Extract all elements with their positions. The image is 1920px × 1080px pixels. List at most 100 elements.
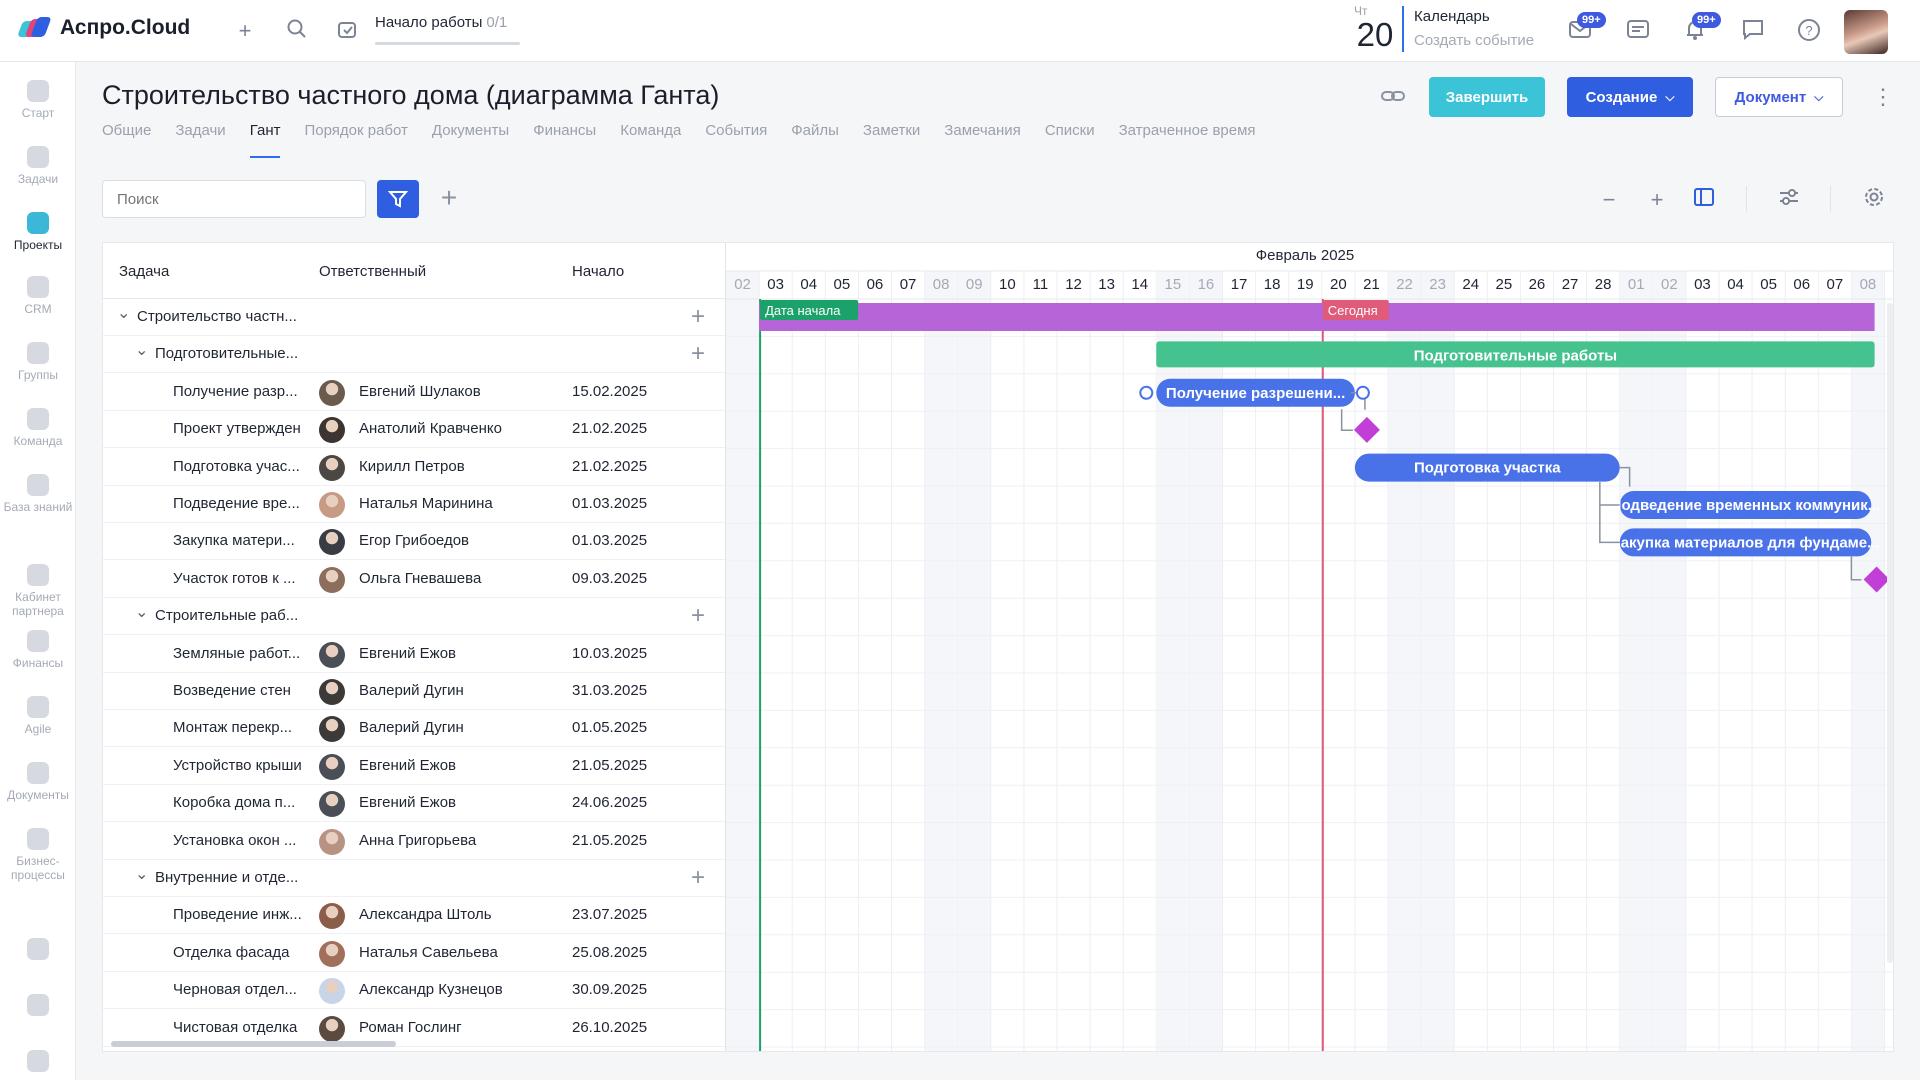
tab-9[interactable]: Файлы: [791, 122, 839, 158]
table-row[interactable]: Коробка дома п... Евгений Ежов 24.06.2025: [103, 785, 725, 823]
add-task-button[interactable]: +: [434, 180, 464, 218]
add-subtask-button[interactable]: +: [691, 864, 705, 892]
sidebar-extra-icon[interactable]: [27, 1050, 49, 1072]
tab-11[interactable]: Замечания: [944, 122, 1021, 158]
task-name[interactable]: Участок готов к ...: [173, 570, 296, 587]
sidebar-item-1[interactable]: Старт: [0, 80, 76, 120]
sidebar-extra-icon[interactable]: [27, 938, 49, 960]
group-row[interactable]: ⌄ Строительные раб... +: [103, 598, 725, 636]
zoom-out-icon[interactable]: −: [1595, 186, 1623, 214]
task-name[interactable]: Коробка дома п...: [173, 794, 295, 811]
settings-icon[interactable]: [1860, 186, 1888, 214]
responsible-name[interactable]: Валерий Дугин: [359, 719, 464, 736]
more-icon[interactable]: ⋮: [1872, 84, 1894, 110]
task-name[interactable]: Подготовка учас...: [173, 458, 300, 475]
responsible-name[interactable]: Кирилл Петров: [359, 458, 465, 475]
project-bar[interactable]: [759, 303, 1875, 331]
create-button[interactable]: Создание ⌵: [1567, 77, 1693, 117]
tab-7[interactable]: Команда: [620, 122, 681, 158]
sidebar-extra-icon[interactable]: [27, 994, 49, 1016]
column-task[interactable]: Задача: [119, 263, 169, 280]
column-start[interactable]: Начало: [572, 263, 624, 280]
table-row[interactable]: Земляные работ... Евгений Ежов 10.03.2025: [103, 636, 725, 673]
table-row[interactable]: Подведение вре... Наталья Маринина 01.03.2…: [103, 486, 725, 523]
chevron-down-icon[interactable]: ⌄: [135, 340, 148, 360]
chevron-down-icon[interactable]: ⌄: [135, 602, 148, 622]
chevron-down-icon[interactable]: ⌄: [117, 303, 130, 323]
drag-handle-end[interactable]: [1355, 385, 1370, 400]
add-subtask-button[interactable]: +: [691, 602, 705, 630]
sliders-icon[interactable]: [1775, 186, 1803, 214]
chevron-down-icon[interactable]: ⌄: [135, 864, 148, 884]
drag-handle-start[interactable]: [1139, 385, 1154, 400]
filter-button[interactable]: [377, 180, 419, 218]
task-name[interactable]: Строительные раб...: [155, 607, 298, 624]
task-name[interactable]: Монтаж перекр...: [173, 719, 292, 736]
tab-5[interactable]: Документы: [432, 122, 509, 158]
today-date[interactable]: Чт 20: [1350, 4, 1400, 52]
task-name[interactable]: Внутренние и отде...: [155, 869, 298, 886]
onboarding-icon[interactable]: [334, 18, 360, 44]
responsible-name[interactable]: Александр Кузнецов: [359, 981, 503, 998]
task-name[interactable]: Устройство крыши: [173, 757, 302, 774]
create-event-link[interactable]: Создать событие: [1414, 32, 1534, 49]
user-avatar[interactable]: [1844, 10, 1888, 54]
task-name[interactable]: Подготовительные...: [155, 345, 298, 362]
tab-12[interactable]: Списки: [1045, 122, 1095, 158]
sidebar-item-12[interactable]: Бизнес-процессы: [0, 828, 76, 882]
table-row[interactable]: Устройство крыши Евгений Ежов 21.05.2025: [103, 748, 725, 785]
document-button[interactable]: Документ ⌵: [1715, 77, 1843, 117]
responsible-name[interactable]: Ольга Гневашева: [359, 570, 481, 587]
sidebar-item-2[interactable]: Задачи: [0, 146, 76, 186]
sidebar-item-7[interactable]: База знаний: [0, 474, 76, 514]
milestone-diamond[interactable]: [1353, 416, 1380, 443]
add-subtask-button[interactable]: +: [691, 340, 705, 368]
responsible-name[interactable]: Евгений Шулаков: [359, 383, 481, 400]
responsible-name[interactable]: Александра Штоль: [359, 906, 492, 923]
responsible-name[interactable]: Евгений Ежов: [359, 757, 456, 774]
table-row[interactable]: Проект утвержден Анатолий Кравченко 21.02.…: [103, 411, 725, 449]
table-row[interactable]: Подготовка учас... Кирилл Петров 21.02.202…: [103, 449, 725, 486]
sidebar-item-3[interactable]: Проекты: [0, 212, 76, 252]
task-name[interactable]: Закупка матери...: [173, 532, 295, 549]
app-logo[interactable]: Аспро.Cloud: [17, 16, 190, 40]
group-row[interactable]: ⌄ Внутренние и отде... +: [103, 860, 725, 897]
add-icon[interactable]: +: [232, 18, 258, 44]
table-row[interactable]: Установка окон ... Анна Григорьева 21.05.2…: [103, 823, 725, 860]
onboarding-link[interactable]: Начало работы 0/1: [375, 14, 507, 31]
group-row[interactable]: ⌄ Подготовительные... +: [103, 336, 725, 374]
vertical-scrollbar[interactable]: [1887, 303, 1893, 963]
responsible-name[interactable]: Наталья Савельева: [359, 944, 498, 961]
task-name[interactable]: Черновая отдел...: [173, 981, 297, 998]
task-name[interactable]: Чистовая отделка: [173, 1019, 297, 1036]
sidebar-item-8[interactable]: Кабинет партнера: [0, 564, 76, 618]
table-row[interactable]: Закупка матери... Егор Грибоедов 01.03.202…: [103, 523, 725, 561]
task-name[interactable]: Строительство частн...: [137, 308, 297, 325]
task-name[interactable]: Возведение стен: [173, 682, 291, 699]
search-input[interactable]: [102, 180, 366, 218]
project-row[interactable]: ⌄ Строительство частн... +: [103, 299, 725, 336]
layout-icon[interactable]: [1690, 186, 1718, 214]
table-row[interactable]: Участок готов к ... Ольга Гневашева 09.03.…: [103, 561, 725, 598]
tab-6[interactable]: Финансы: [533, 122, 596, 158]
responsible-name[interactable]: Анатолий Кравченко: [359, 420, 502, 437]
task-name[interactable]: Земляные работ...: [173, 645, 300, 662]
sidebar-item-6[interactable]: Команда: [0, 408, 76, 448]
column-responsible[interactable]: Ответственный: [319, 263, 426, 280]
add-subtask-button[interactable]: +: [691, 303, 705, 331]
task-name[interactable]: Отделка фасада: [173, 944, 289, 961]
responsible-name[interactable]: Евгений Ежов: [359, 794, 456, 811]
sidebar-item-4[interactable]: CRM: [0, 276, 76, 316]
table-row[interactable]: Получение разр... Евгений Шулаков 15.02.20…: [103, 374, 725, 411]
tab-8[interactable]: События: [705, 122, 767, 158]
tab-1[interactable]: Общие: [102, 122, 151, 158]
calendar-link[interactable]: Календарь: [1414, 8, 1490, 25]
sidebar-item-11[interactable]: Документы: [0, 762, 76, 802]
sidebar-item-5[interactable]: Группы: [0, 342, 76, 382]
sidebar-item-10[interactable]: Agile: [0, 696, 76, 736]
table-row[interactable]: Черновая отдел... Александр Кузнецов 30.09…: [103, 972, 725, 1010]
tab-2[interactable]: Задачи: [175, 122, 225, 158]
search-icon[interactable]: [284, 18, 310, 44]
task-name[interactable]: Получение разр...: [173, 383, 298, 400]
task-name[interactable]: Установка окон ...: [173, 832, 296, 849]
